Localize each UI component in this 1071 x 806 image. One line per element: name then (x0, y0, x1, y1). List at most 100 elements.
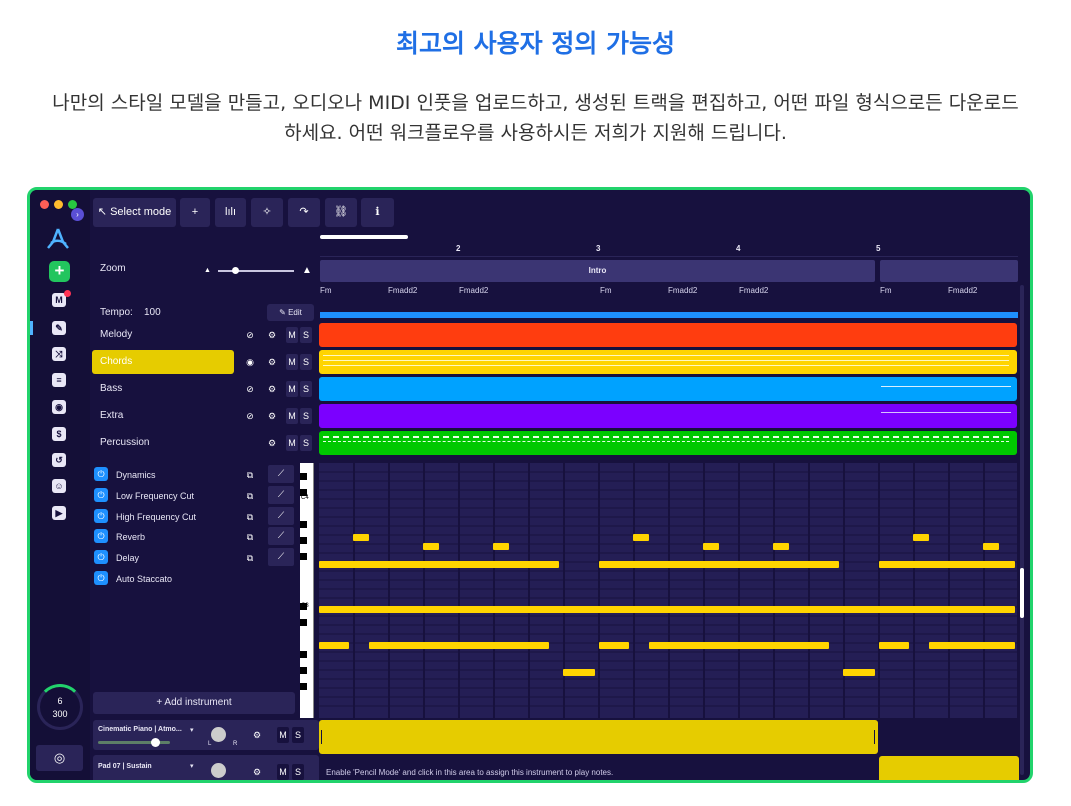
track-extra[interactable]: Extra (92, 404, 234, 428)
scroll-position[interactable] (320, 235, 408, 239)
play-icon[interactable]: ▶ (52, 506, 66, 520)
track-percussion[interactable]: Percussion (92, 431, 234, 455)
chevron-down-icon[interactable]: ▾ (190, 726, 194, 734)
select-mode-button[interactable]: ↖ Select mode (93, 198, 176, 227)
lane-extra[interactable] (319, 404, 1017, 428)
broadcast-icon[interactable]: ◉ (52, 400, 66, 414)
scrollbar-thumb[interactable] (1020, 568, 1024, 618)
midi-note[interactable] (703, 543, 719, 550)
lane-percussion[interactable] (319, 431, 1017, 455)
mute-button[interactable]: M (277, 727, 289, 743)
solo-button[interactable]: S (292, 764, 304, 780)
black-key[interactable] (300, 537, 307, 544)
bars-tool-button[interactable]: lılı (215, 198, 246, 227)
link-tool-button[interactable]: ⛓ (325, 198, 357, 227)
history-icon[interactable]: ↺ (52, 453, 66, 467)
midi-note[interactable] (319, 606, 1015, 613)
copy-icon[interactable]: ⧉ (244, 529, 256, 545)
zoom-in-icon[interactable]: ▲ (302, 265, 312, 276)
track-melody[interactable]: Melody (92, 323, 234, 347)
automation-icon[interactable]: ⟋ (268, 527, 294, 545)
instrument-clip[interactable] (879, 756, 1019, 780)
midi-note[interactable] (353, 534, 369, 541)
black-key[interactable] (300, 473, 307, 480)
midi-note[interactable] (599, 642, 629, 649)
dollar-icon[interactable]: $ (52, 427, 66, 441)
solo-button[interactable]: S (300, 408, 312, 424)
power-icon[interactable]: ⏻ (94, 467, 108, 481)
gear-icon[interactable]: ⚙ (266, 408, 278, 424)
piano-keyboard[interactable]: C4 C3 (300, 463, 314, 718)
lane-chords[interactable] (319, 350, 1017, 374)
zoom-slider-handle[interactable] (232, 267, 239, 274)
black-key[interactable] (300, 667, 307, 674)
minimize-dot[interactable] (54, 200, 63, 209)
add-instrument-button[interactable]: + Add instrument (93, 692, 295, 714)
user-icon[interactable]: ◎ (36, 745, 83, 771)
copy-icon[interactable]: ⧉ (244, 467, 256, 483)
instrument-clip[interactable] (319, 720, 878, 754)
copy-icon[interactable]: ⧉ (244, 488, 256, 504)
midi-note[interactable] (599, 561, 839, 568)
automation-icon[interactable]: ⟋ (268, 507, 294, 525)
clip-handle[interactable] (321, 730, 322, 744)
midi-note[interactable] (319, 561, 559, 568)
midi-note[interactable] (493, 543, 509, 550)
zoom-slider[interactable] (218, 270, 294, 272)
black-key[interactable] (300, 651, 307, 658)
expand-icon[interactable]: › (71, 208, 84, 221)
power-icon[interactable]: ⏻ (94, 529, 108, 543)
piano-roll-grid[interactable] (319, 463, 1017, 718)
chevron-down-icon[interactable]: ▾ (190, 762, 194, 770)
power-icon[interactable]: ⏻ (94, 550, 108, 564)
redo-tool-button[interactable]: ↷ (288, 198, 320, 227)
black-key[interactable] (300, 683, 307, 690)
automation-icon[interactable]: ⟋ (268, 465, 294, 483)
eye-icon[interactable]: ◉ (244, 354, 256, 370)
automation-icon[interactable]: ⟋ (268, 486, 294, 504)
instrument-row[interactable]: Cinematic Piano | Atmo... ▾ L R ⚙ M S (93, 720, 319, 750)
midi-note[interactable] (913, 534, 929, 541)
section-next[interactable] (880, 260, 1018, 282)
clip-handle[interactable] (874, 730, 875, 744)
track-bass[interactable]: Bass (92, 377, 234, 401)
midi-note[interactable] (319, 642, 349, 649)
mute-button[interactable]: M (286, 408, 298, 424)
power-icon[interactable]: ⏻ (94, 488, 108, 502)
solo-button[interactable]: S (300, 435, 312, 451)
gear-icon[interactable]: ⚙ (266, 381, 278, 397)
copy-icon[interactable]: ⧉ (244, 550, 256, 566)
copy-icon[interactable]: ⧉ (244, 509, 256, 525)
effect-auto-staccato[interactable]: ⏻ Auto Staccato (92, 570, 292, 588)
gear-icon[interactable]: ⚙ (251, 764, 263, 780)
section-intro[interactable]: Intro (320, 260, 875, 282)
midi-note[interactable] (563, 669, 595, 676)
add-icon[interactable]: + (49, 261, 70, 282)
pan-knob[interactable] (211, 727, 226, 742)
mute-button[interactable]: M (286, 354, 298, 370)
midi-note[interactable] (879, 642, 909, 649)
discord-icon[interactable]: ☺ (52, 479, 66, 493)
track-chords[interactable]: Chords (92, 350, 234, 374)
mute-button[interactable]: M (286, 381, 298, 397)
midi-note[interactable] (983, 543, 999, 550)
midi-note[interactable] (929, 642, 1015, 649)
solo-button[interactable]: S (292, 727, 304, 743)
lane-bass[interactable] (319, 377, 1017, 401)
solo-button[interactable]: S (300, 381, 312, 397)
pan-knob[interactable] (211, 763, 226, 778)
info-tool-button[interactable]: ℹ (361, 198, 394, 227)
gear-icon[interactable]: ⚙ (251, 727, 263, 743)
edit-tempo-button[interactable]: ✎ Edit (267, 304, 314, 321)
close-dot[interactable] (40, 200, 49, 209)
pencil-icon[interactable]: ✎ (52, 321, 66, 335)
volume-slider-handle[interactable] (151, 738, 160, 747)
solo-button[interactable]: S (300, 327, 312, 343)
hidden-eye-icon[interactable]: ⊘ (244, 408, 256, 424)
gear-icon[interactable]: ⚙ (266, 327, 278, 343)
midi-note[interactable] (633, 534, 649, 541)
shuffle-icon[interactable]: ⤨ (52, 347, 66, 361)
mute-button[interactable]: M (277, 764, 289, 780)
hidden-eye-icon[interactable]: ⊘ (244, 327, 256, 343)
black-key[interactable] (300, 521, 307, 528)
